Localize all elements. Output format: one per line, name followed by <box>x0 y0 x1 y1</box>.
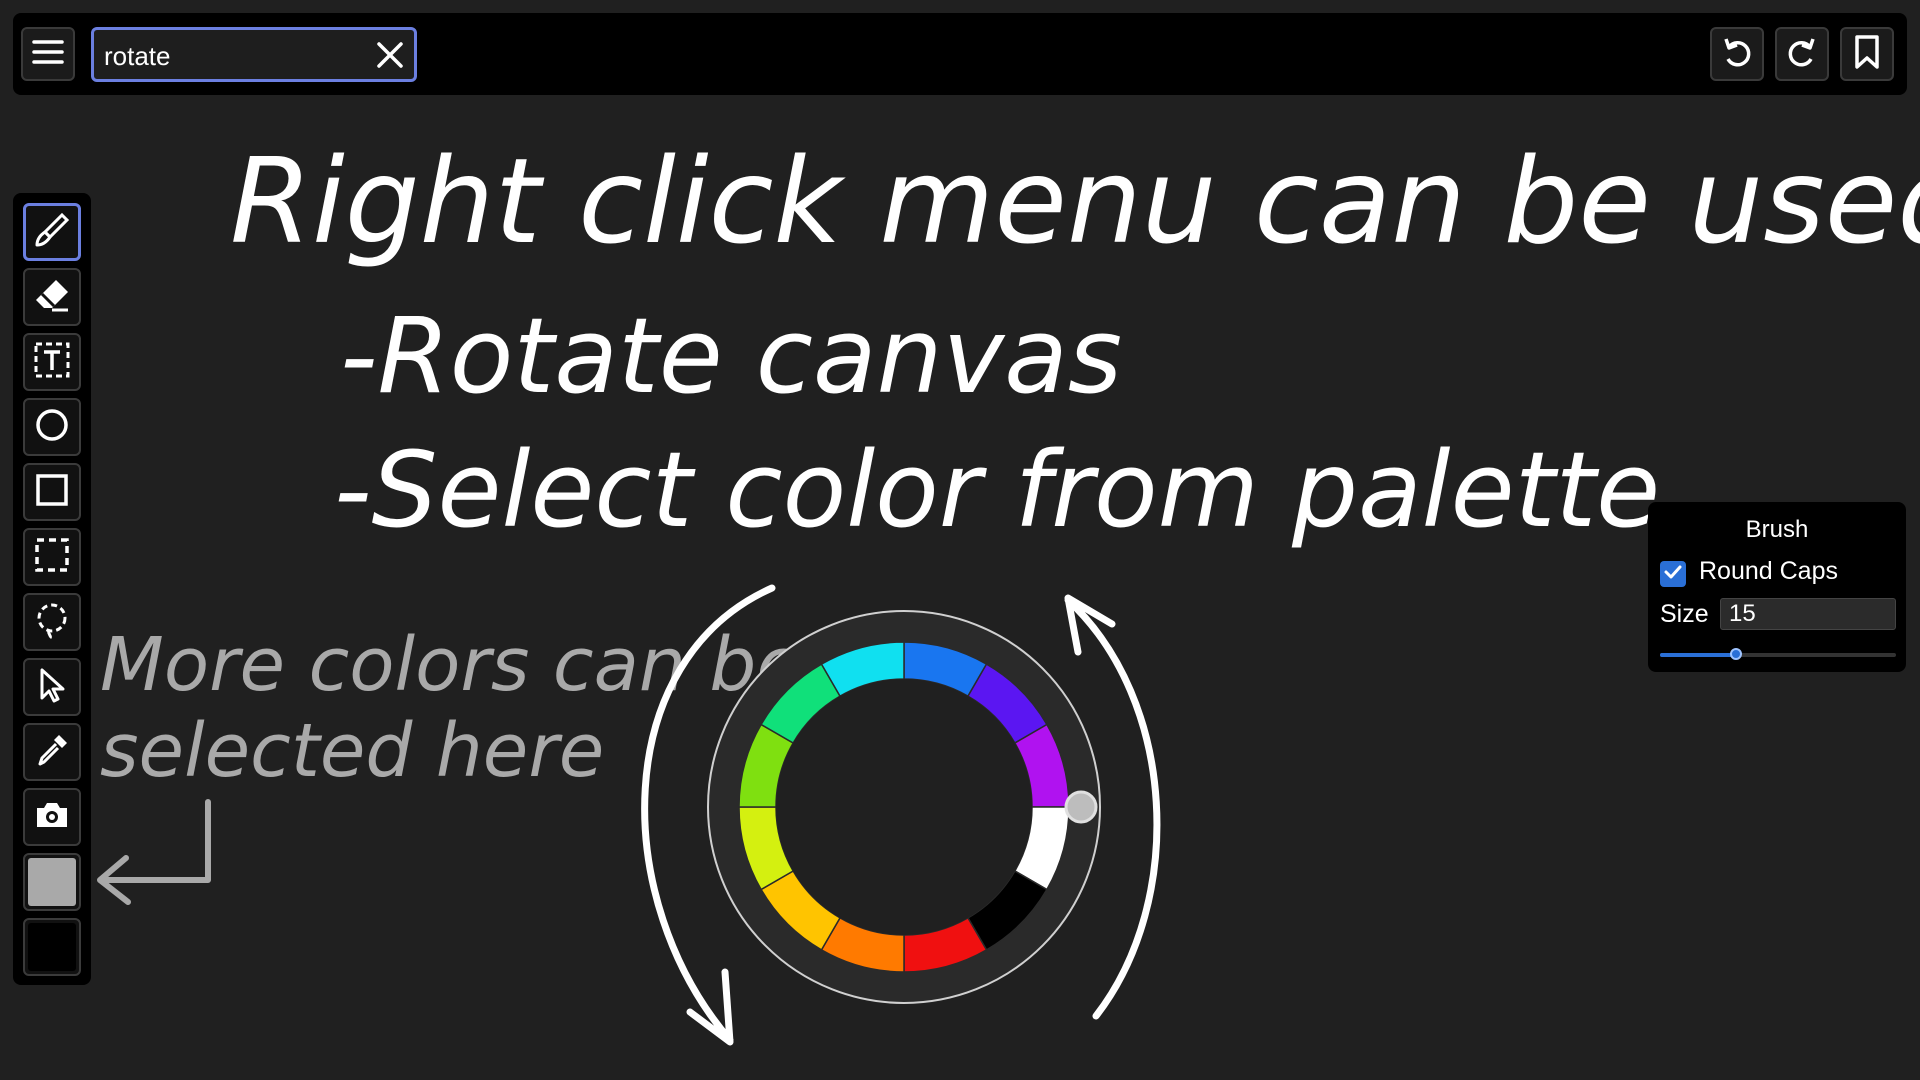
hamburger-menu-icon <box>31 37 65 72</box>
search-input[interactable] <box>102 38 366 74</box>
note-arrow <box>97 799 211 905</box>
top-bar <box>13 13 1907 95</box>
cursor-arrow-icon <box>32 665 72 710</box>
lasso-icon <box>32 600 72 645</box>
size-slider[interactable] <box>1660 648 1896 660</box>
pointer-tool[interactable] <box>23 658 81 716</box>
text-box-icon <box>32 340 72 385</box>
square-icon <box>32 470 72 515</box>
eraser-tool[interactable] <box>23 268 81 326</box>
canvas-bullet-rotate: -Rotate canvas <box>340 295 1122 417</box>
bookmark-icon <box>1852 34 1882 75</box>
rect-select-tool[interactable] <box>23 528 81 586</box>
lasso-select-tool[interactable] <box>23 593 81 651</box>
canvas-note-line-1: More colors can be <box>100 622 802 708</box>
screenshot-tool[interactable] <box>23 788 81 846</box>
eyedropper-icon <box>32 730 72 775</box>
drawing-canvas[interactable]: Right click menu can be used to: -Rotate… <box>0 0 1920 1080</box>
text-tool[interactable] <box>23 333 81 391</box>
brush-icon <box>32 210 72 255</box>
color-ring-handle <box>1064 790 1098 824</box>
redo-icon <box>1785 35 1819 74</box>
secondary-color-fill <box>28 923 76 971</box>
brush-panel-title: Brush <box>1745 516 1809 543</box>
size-input[interactable] <box>1720 598 1896 630</box>
checkmark-icon <box>1663 562 1683 587</box>
undo-icon <box>1720 35 1754 74</box>
tool-sidebar <box>13 193 91 985</box>
bookmark-button[interactable] <box>1840 27 1894 81</box>
color-ring[interactable] <box>707 610 1101 1004</box>
primary-color-swatch[interactable] <box>23 853 81 911</box>
eraser-icon <box>32 275 72 320</box>
secondary-color-swatch[interactable] <box>23 918 81 976</box>
eyedropper-tool[interactable] <box>23 723 81 781</box>
color-ring-center <box>776 679 1032 935</box>
redo-button[interactable] <box>1775 27 1829 81</box>
canvas-heading: Right click menu can be used to: <box>230 132 1920 270</box>
size-label: Size <box>1660 600 1709 628</box>
close-icon[interactable] <box>374 39 406 71</box>
canvas-bullet-palette: -Select color from palette <box>334 429 1660 551</box>
brush-panel: Brush Round Caps Size <box>1648 502 1906 672</box>
search-box[interactable] <box>91 27 417 82</box>
round-caps-checkbox[interactable] <box>1660 561 1686 587</box>
rectangle-tool[interactable] <box>23 463 81 521</box>
dashed-square-icon <box>32 535 72 580</box>
ellipse-tool[interactable] <box>23 398 81 456</box>
undo-button[interactable] <box>1710 27 1764 81</box>
circle-icon <box>32 405 72 450</box>
camera-icon <box>32 795 72 840</box>
menu-button[interactable] <box>21 27 75 81</box>
round-caps-label: Round Caps <box>1699 557 1838 585</box>
size-slider-fill <box>1660 653 1736 657</box>
brush-tool[interactable] <box>23 203 81 261</box>
primary-color-fill <box>28 858 76 906</box>
canvas-note-line-2: selected here <box>100 708 604 794</box>
size-slider-thumb[interactable] <box>1729 648 1742 660</box>
